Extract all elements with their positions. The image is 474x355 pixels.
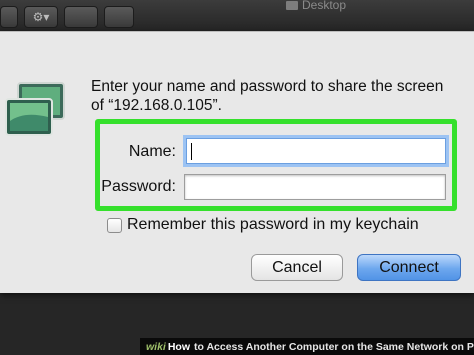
caption-text: to Access Another Computer on the Same N…	[194, 340, 474, 353]
dialog-message: Enter your name and password to share th…	[91, 78, 444, 114]
window-title-text: Desktop	[302, 0, 347, 12]
cancel-button-label: Cancel	[272, 258, 322, 276]
cancel-button[interactable]: Cancel	[251, 254, 343, 281]
share-button[interactable]	[64, 6, 98, 28]
tags-button[interactable]	[104, 6, 134, 28]
connect-button-label: Connect	[379, 258, 439, 276]
screen-sharing-dialog: Enter your name and password to share th…	[0, 31, 474, 293]
screen-sharing-icon	[5, 82, 65, 136]
remember-password-label[interactable]: Remember this password in my keychain	[127, 216, 419, 234]
wikihow-caption: wiki How to Access Another Computer on t…	[140, 338, 474, 355]
finder-toolbar: ⚙▾ Desktop	[0, 0, 474, 34]
folder-icon	[286, 0, 298, 10]
text-cursor	[191, 143, 192, 160]
caption-wiki: wiki	[146, 340, 166, 353]
window-title: Desktop	[286, 0, 346, 12]
name-label: Name:	[128, 143, 176, 160]
view-button[interactable]	[0, 6, 18, 28]
password-field[interactable]	[184, 174, 446, 200]
name-field[interactable]	[186, 138, 446, 164]
gear-icon: ⚙▾	[32, 10, 50, 24]
action-menu-button[interactable]: ⚙▾	[24, 6, 58, 28]
caption-how: How	[167, 340, 191, 353]
remember-password-checkbox[interactable]	[107, 218, 122, 233]
password-label: Password:	[101, 178, 176, 195]
connect-button[interactable]: Connect	[357, 254, 461, 281]
